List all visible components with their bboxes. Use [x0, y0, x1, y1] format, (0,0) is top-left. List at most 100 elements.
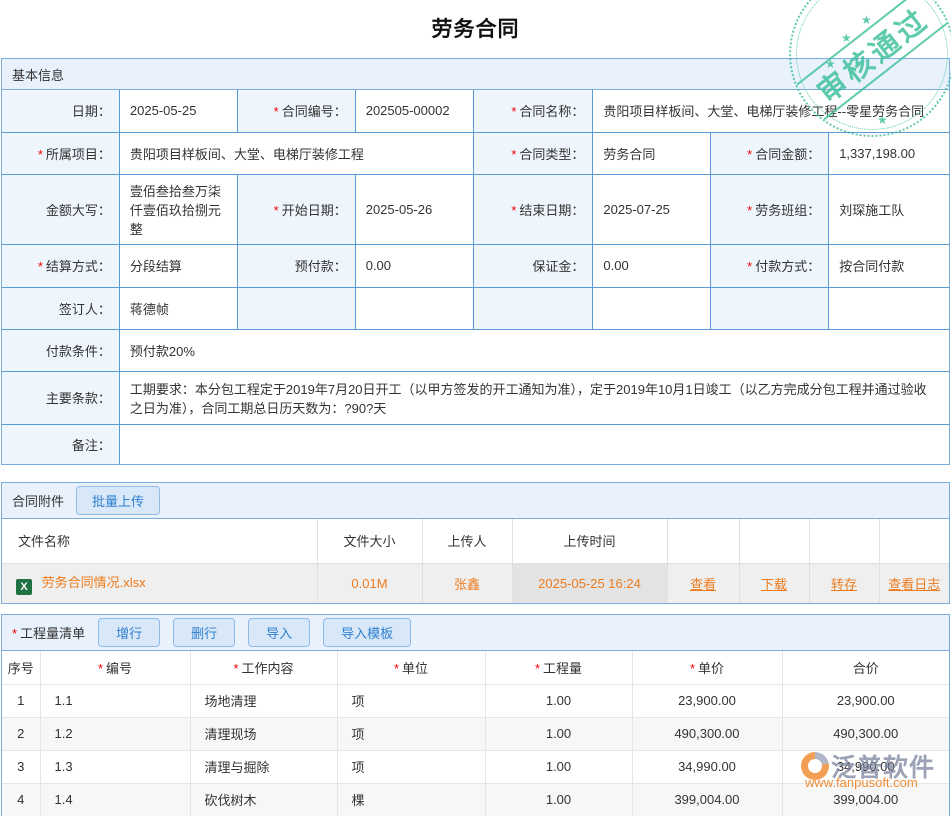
attachments-header: 合同附件 批量上传	[2, 483, 949, 519]
col-action	[879, 519, 949, 563]
col-uploader: 上传人	[422, 519, 512, 563]
basic-info-table: 日期： 2025-05-25 *合同编号： 202505-00002 *合同名称…	[2, 90, 949, 464]
quantity-cell: 1.00	[485, 717, 632, 750]
seq-cell: 3	[2, 750, 40, 783]
col-upload-time: 上传时间	[512, 519, 667, 563]
attachments-table: 文件名称 文件大小 上传人 上传时间 X 劳务合同情况.xlsx 0.01M 张…	[2, 519, 949, 603]
file-size-cell: 0.01M	[317, 563, 422, 603]
file-name-link[interactable]: 劳务合同情况.xlsx	[42, 575, 146, 590]
unit-cell: 项	[337, 717, 485, 750]
required-mark: *	[98, 661, 103, 676]
contract-type-label: *合同类型：	[474, 132, 593, 174]
empty-label-cell	[474, 287, 593, 329]
import-button[interactable]: 导入	[248, 618, 310, 647]
unit-cell: 项	[337, 750, 485, 783]
contract-amount-value: 1,337,198.00	[829, 132, 949, 174]
contract-name-label: *合同名称：	[474, 90, 593, 132]
start-date-label: *开始日期：	[238, 174, 355, 244]
required-mark: *	[12, 626, 17, 641]
end-date-label: *结束日期：	[474, 174, 593, 244]
page-title: 劳务合同	[0, 0, 951, 58]
unit-price-cell: 399,004.00	[632, 783, 782, 816]
seq-cell: 1	[2, 684, 40, 717]
empty-label-cell	[238, 287, 355, 329]
boq-table: 序号 *编号 *工作内容 *单位 *工程量 *单价 合价 1 1.1 场地清理 …	[2, 651, 949, 816]
col-total-price: 合价	[782, 651, 949, 684]
work-content-cell: 清理现场	[190, 717, 337, 750]
empty-value-cell	[593, 287, 710, 329]
boq-section: *工程量清单 增行 删行 导入 导入模板 序号 *编号 *工作内容 *单位 *工…	[1, 614, 950, 816]
attachment-row: X 劳务合同情况.xlsx 0.01M 张鑫 2025-05-25 16:24 …	[2, 563, 949, 603]
required-mark: *	[747, 259, 752, 274]
unit-price-cell: 23,900.00	[632, 684, 782, 717]
amount-caps-label: 金额大写：	[2, 174, 119, 244]
start-date-value: 2025-05-26	[355, 174, 473, 244]
boq-title: *工程量清单	[12, 623, 85, 642]
labor-team-label: *劳务班组：	[710, 174, 828, 244]
download-link[interactable]: 下载	[761, 577, 787, 592]
boq-header: *工程量清单 增行 删行 导入 导入模板	[2, 615, 949, 651]
contract-type-value: 劳务合同	[593, 132, 710, 174]
remark-value	[119, 424, 949, 464]
quantity-cell: 1.00	[485, 783, 632, 816]
date-value: 2025-05-25	[119, 90, 237, 132]
transfer-link[interactable]: 转存	[831, 577, 857, 592]
boq-row: 1 1.1 场地清理 项 1.00 23,900.00 23,900.00	[2, 684, 949, 717]
import-template-button[interactable]: 导入模板	[323, 618, 411, 647]
basic-info-header: 基本信息	[2, 59, 949, 90]
col-unit: *单位	[337, 651, 485, 684]
unit-cell: 项	[337, 684, 485, 717]
excel-icon: X	[16, 579, 32, 595]
prepay-label: 预付款：	[238, 244, 355, 287]
required-mark: *	[394, 661, 399, 676]
required-mark: *	[511, 147, 516, 162]
remark-label: 备注：	[2, 424, 119, 464]
required-mark: *	[511, 104, 516, 119]
contract-amount-label: *合同金额：	[710, 132, 828, 174]
signer-value: 蒋德帧	[119, 287, 237, 329]
labor-team-value: 刘琛施工队	[829, 174, 949, 244]
boq-row: 3 1.3 清理与掘除 项 1.00 34,990.00 34,990.00	[2, 750, 949, 783]
required-mark: *	[747, 203, 752, 218]
work-content-cell: 砍伐树木	[190, 783, 337, 816]
add-row-button[interactable]: 增行	[98, 618, 160, 647]
view-log-link[interactable]: 查看日志	[888, 577, 940, 592]
contract-name-value: 贵阳项目样板间、大堂、电梯厅装修工程--零星劳务合同	[593, 90, 949, 132]
contract-code-value: 202505-00002	[355, 90, 473, 132]
quantity-cell: 1.00	[485, 684, 632, 717]
required-mark: *	[535, 661, 540, 676]
deposit-label: 保证金：	[474, 244, 593, 287]
total-price-cell: 23,900.00	[782, 684, 949, 717]
settlement-label: *结算方式：	[2, 244, 119, 287]
required-mark: *	[274, 104, 279, 119]
seq-cell: 2	[2, 717, 40, 750]
batch-upload-button[interactable]: 批量上传	[76, 486, 160, 515]
code-cell: 1.2	[40, 717, 190, 750]
required-mark: *	[747, 147, 752, 162]
total-price-cell: 399,004.00	[782, 783, 949, 816]
basic-info-section: 基本信息 日期： 2025-05-25 *合同编号： 202505-00002 …	[1, 58, 950, 465]
seq-cell: 4	[2, 783, 40, 816]
col-quantity: *工程量	[485, 651, 632, 684]
unit-price-cell: 490,300.00	[632, 717, 782, 750]
payment-condition-value: 预付款20%	[119, 329, 949, 371]
code-cell: 1.3	[40, 750, 190, 783]
work-content-cell: 清理与掘除	[190, 750, 337, 783]
required-mark: *	[690, 661, 695, 676]
required-mark: *	[511, 203, 516, 218]
contract-code-label: *合同编号：	[238, 90, 355, 132]
prepay-value: 0.00	[355, 244, 473, 287]
view-link[interactable]: 查看	[690, 577, 716, 592]
payment-method-value: 按合同付款	[829, 244, 949, 287]
col-action	[739, 519, 809, 563]
required-mark: *	[274, 203, 279, 218]
code-cell: 1.1	[40, 684, 190, 717]
delete-row-button[interactable]: 删行	[173, 618, 235, 647]
amount-caps-value: 壹佰叁拾叁万柒仟壹佰玖拾捌元整	[119, 174, 237, 244]
col-seq: 序号	[2, 651, 40, 684]
attachments-title: 合同附件	[12, 491, 64, 510]
empty-label-cell	[710, 287, 828, 329]
date-label: 日期：	[2, 90, 119, 132]
quantity-cell: 1.00	[485, 750, 632, 783]
upload-time-cell: 2025-05-25 16:24	[512, 563, 667, 603]
